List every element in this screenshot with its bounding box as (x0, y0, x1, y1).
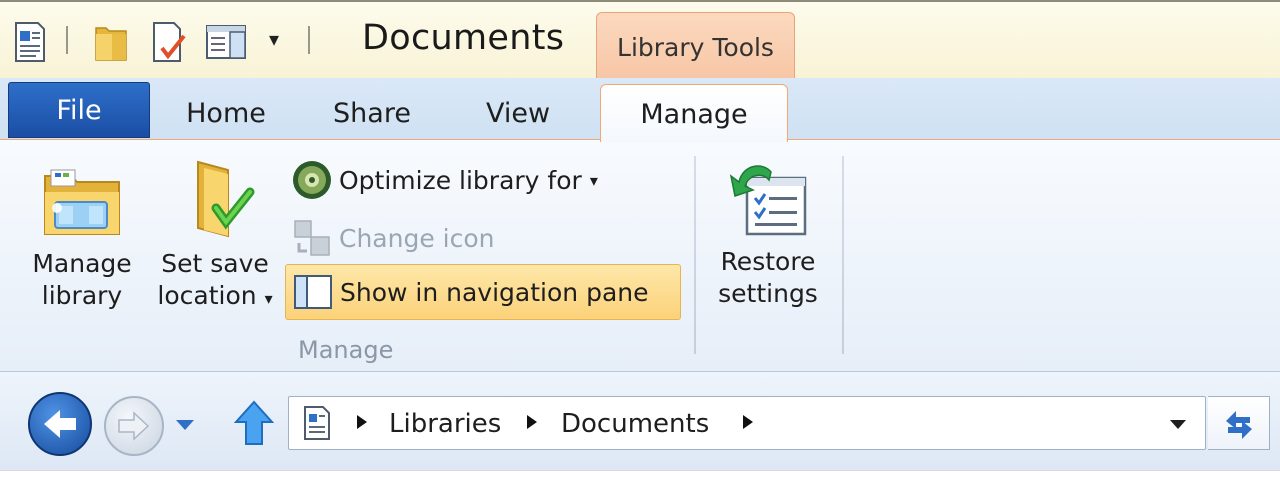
qat-customize-dropdown[interactable]: ▾ (262, 24, 286, 54)
navigation-pane-icon (294, 275, 332, 309)
breadcrumb-arrow-icon[interactable] (357, 415, 367, 429)
restore-settings-button[interactable]: Restore settings (708, 160, 828, 310)
breadcrumb-arrow-icon[interactable] (743, 415, 753, 429)
save-folder-check-icon (197, 160, 255, 238)
optimize-disc-icon (293, 161, 331, 199)
properties-icon[interactable] (10, 20, 50, 64)
address-history-dropdown-icon[interactable] (1167, 415, 1189, 433)
up-button[interactable] (232, 398, 276, 450)
arrow-up-icon (233, 400, 275, 445)
new-folder-icon[interactable] (92, 20, 132, 64)
restore-settings-label-line1: Restore (720, 247, 816, 276)
chevron-down-icon (176, 420, 194, 430)
set-save-location-label-line2: location ▾ (148, 280, 282, 315)
qat-separator (308, 26, 310, 54)
restore-settings-label-line2: settings (718, 279, 818, 308)
change-icon-button[interactable]: Change icon (285, 210, 505, 266)
tab-home[interactable]: Home (170, 82, 282, 140)
content-area-top-edge (0, 470, 1280, 477)
back-button[interactable] (28, 392, 92, 456)
tab-file[interactable]: File (8, 82, 150, 138)
set-save-location-button[interactable]: Set save location ▾ (148, 156, 282, 315)
restore-settings-icon (729, 165, 807, 236)
breadcrumb-documents[interactable]: Documents (561, 409, 709, 439)
forward-button[interactable] (104, 396, 164, 456)
set-save-location-label-text: location (157, 281, 257, 310)
chevron-down-icon: ▾ (268, 27, 280, 51)
show-in-navigation-pane-button[interactable]: Show in navigation pane (285, 264, 681, 320)
address-bar[interactable]: Libraries Documents (288, 396, 1206, 450)
optimize-library-button[interactable]: Optimize library for ▾ (285, 152, 608, 208)
tab-share[interactable]: Share (316, 82, 428, 140)
refresh-icon (1226, 411, 1252, 439)
window-title: Documents (362, 18, 565, 58)
manage-library-button[interactable]: Manage library (26, 162, 138, 312)
breadcrumb-arrow-icon[interactable] (527, 415, 537, 429)
title-bar: ▾ Documents Library Tools (0, 0, 1280, 80)
optimize-library-label: Optimize library for (339, 165, 582, 195)
rename-icon[interactable] (148, 20, 188, 64)
manage-library-label-line1: Manage (32, 249, 132, 278)
ribbon-manage-panel: Manage library Set save location ▾ Optim… (0, 140, 1280, 372)
tab-manage[interactable]: Manage (600, 84, 788, 142)
refresh-button[interactable] (1208, 396, 1270, 450)
arrow-left-icon (44, 410, 76, 438)
recent-locations-dropdown[interactable] (172, 412, 198, 436)
breadcrumb-libraries[interactable]: Libraries (389, 409, 501, 439)
set-save-location-label-line1: Set save (161, 249, 269, 278)
navigation-bar: Libraries Documents (0, 372, 1280, 477)
library-tools-context-tab: Library Tools (596, 12, 795, 80)
group-separator (842, 156, 844, 354)
chevron-down-icon: ▾ (589, 170, 598, 190)
tab-view[interactable]: View (462, 82, 574, 140)
layout-pane-icon[interactable] (204, 20, 246, 64)
change-icon-label: Change icon (339, 223, 495, 253)
qat-separator (66, 26, 68, 54)
group-separator (694, 156, 696, 354)
ribbon-tab-row: File Home Share View Manage (0, 78, 1280, 142)
manage-library-label-line2: library (41, 281, 123, 310)
documents-library-icon (304, 406, 330, 440)
change-icon-icon (294, 220, 330, 256)
chevron-down-icon: ▾ (264, 289, 273, 308)
library-folder-icon (44, 169, 120, 235)
arrow-right-icon (118, 411, 150, 441)
show-in-navigation-pane-label: Show in navigation pane (340, 277, 649, 307)
manage-group-label: Manage (298, 336, 394, 364)
